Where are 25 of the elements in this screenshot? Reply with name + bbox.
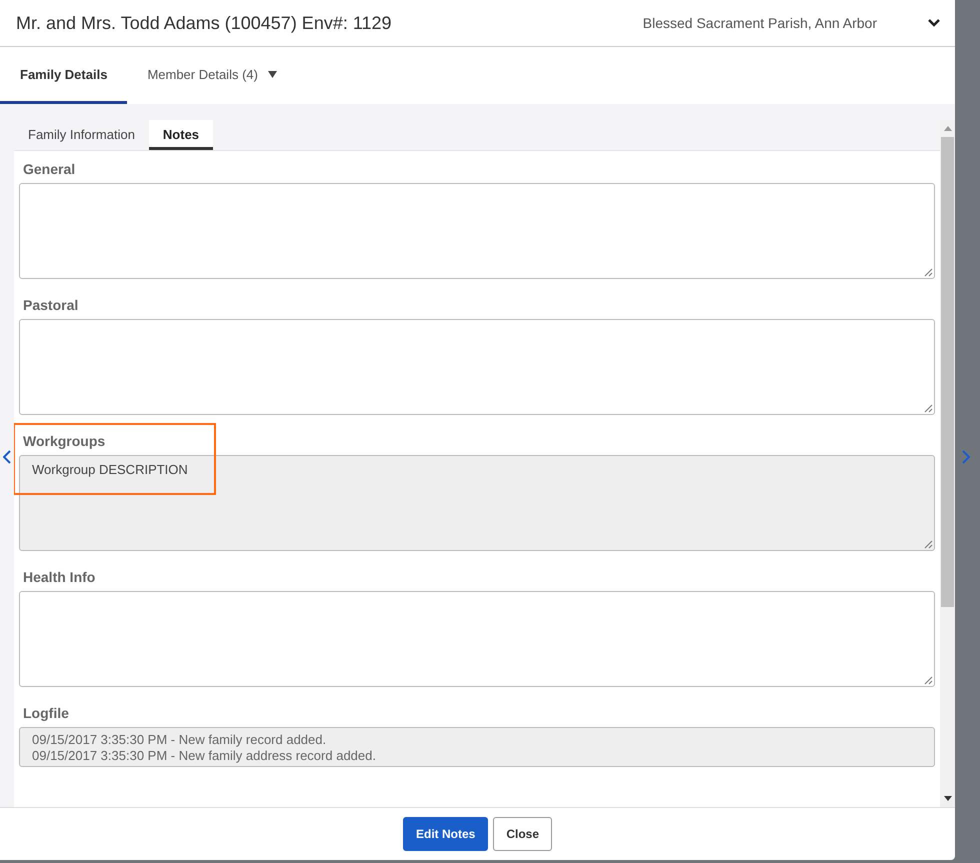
field-label: General: [22, 160, 76, 179]
field-label: Workgroups: [22, 432, 106, 451]
sub-tab[interactable]: Notes: [148, 120, 214, 150]
log-line: 09/15/2017 3:35:30 PM - New family record added.: [32, 732, 328, 748]
primary-button[interactable]: Edit Notes: [402, 817, 488, 851]
scroll-thumb[interactable]: [941, 137, 954, 607]
scrollbar[interactable]: [940, 120, 955, 807]
dialog-title: Mr. and Mrs. Todd Adams (100457) Env#: 1129: [16, 12, 393, 34]
text-area[interactable]: Workgroup DESCRIPTION: [19, 455, 936, 551]
field-label: Health Info: [22, 568, 96, 587]
log-area[interactable]: 09/15/2017 3:35:30 PM - New family record added. 09/15/2017 3:35:30 PM - New family address record added.: [19, 727, 936, 767]
resize-grip-icon[interactable]: [924, 404, 934, 413]
scroll-down-icon[interactable]: [944, 796, 952, 801]
field-label: Pastoral: [22, 296, 80, 315]
scroll-up-icon[interactable]: [944, 126, 952, 131]
field-text: Workgroup DESCRIPTION: [32, 462, 189, 477]
chevron-left-icon[interactable]: [3, 450, 11, 464]
resize-grip-icon[interactable]: [924, 268, 934, 277]
resize-grip-icon[interactable]: [924, 540, 934, 549]
resize-grip-icon[interactable]: [924, 676, 934, 685]
log-line: 09/15/2017 3:35:30 PM - New family address record added.: [32, 748, 377, 764]
secondary-button[interactable]: Close: [493, 817, 552, 851]
field-label: Logfile: [22, 704, 70, 723]
chevron-down-icon[interactable]: [927, 18, 941, 28]
parish-name: Blessed Sacrament Parish, Ann Arbor: [642, 15, 877, 31]
